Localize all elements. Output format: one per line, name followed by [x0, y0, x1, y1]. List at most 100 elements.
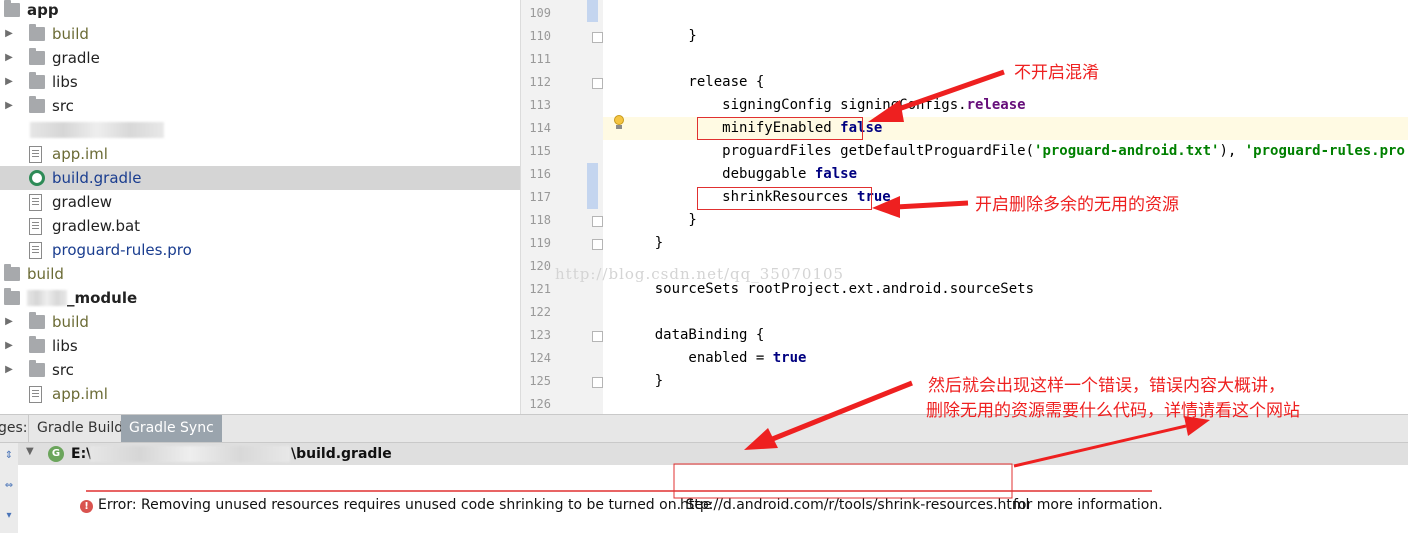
- chevron-right-icon[interactable]: ▶: [3, 46, 15, 70]
- file-icon: [29, 218, 42, 235]
- code-token-kw: false: [814, 166, 858, 182]
- tree-item[interactable]: _module: [0, 286, 520, 310]
- tree-item-label: proguard-rules.pro: [52, 241, 192, 259]
- gradle-badge-icon: G: [48, 446, 64, 462]
- code-line: enabled = true: [621, 347, 806, 370]
- line-number: 123: [529, 328, 551, 342]
- tree-item-label: src: [52, 361, 74, 379]
- folder-icon: [4, 264, 20, 281]
- tree-item[interactable]: ▶ gradle: [0, 46, 520, 70]
- error-message-row[interactable]: ! Error: Removing unused resources requi…: [18, 493, 1408, 519]
- error-link[interactable]: http://d.android.com/r/tools/shrink-reso…: [680, 497, 1029, 513]
- code-line: proguardFiles getDefaultProguardFile('pr…: [621, 140, 1408, 163]
- fold-marker-icon[interactable]: [592, 331, 603, 342]
- line-number: 113: [529, 98, 551, 112]
- file-icon: [29, 242, 42, 259]
- chevron-right-icon[interactable]: ▶: [3, 310, 15, 334]
- fold-marker-icon[interactable]: [592, 216, 603, 227]
- tree-item-label: build.gradle: [52, 169, 142, 187]
- tree-item[interactable]: ▶ libs: [0, 70, 520, 94]
- line-number: 126: [529, 397, 551, 411]
- folder-icon: [29, 312, 45, 329]
- annotation-minify: 不开启混淆: [1014, 63, 1099, 83]
- line-number: 111: [529, 52, 551, 66]
- tree-item[interactable]: app.iml: [0, 142, 520, 166]
- line-number: 120: [529, 259, 551, 273]
- chevron-right-icon[interactable]: ▶: [3, 334, 15, 358]
- tree-item-label: gradle: [52, 49, 100, 67]
- tree-item-label: _module: [67, 289, 138, 307]
- tab-gradle-sync[interactable]: Gradle Sync: [121, 415, 222, 442]
- chevron-right-icon[interactable]: ▶: [3, 70, 15, 94]
- fold-marker-icon[interactable]: [592, 377, 603, 388]
- code-token: sourceSets rootProject.ext.android.sourc…: [621, 281, 1035, 297]
- line-number: 119: [529, 236, 551, 250]
- messages-list: ▼ G E:\ \build.gradle ! Error: Removing …: [18, 443, 1408, 533]
- chevron-right-icon[interactable]: ▶: [3, 358, 15, 382]
- tree-item[interactable]: ▶ src: [0, 94, 520, 118]
- tree-item[interactable]: build: [0, 262, 520, 286]
- code-token: proguardFiles getDefaultProguardFile(: [621, 143, 1035, 159]
- redacted-item: [30, 122, 164, 138]
- highlight-box-shrink: [697, 187, 872, 210]
- line-number: 125: [529, 374, 551, 388]
- expand-all-icon[interactable]: ⇕: [3, 451, 15, 461]
- code-token-str: 'proguard-android.txt': [1034, 143, 1220, 159]
- module-icon: [4, 0, 20, 17]
- code-token: }: [621, 212, 697, 228]
- folder-icon: [29, 96, 45, 113]
- collapse-all-icon[interactable]: ⇔: [3, 481, 15, 491]
- folder-icon: [29, 72, 45, 89]
- tree-item[interactable]: ▶ build: [0, 310, 520, 334]
- tree-item-label: build: [52, 313, 89, 331]
- file-icon: [29, 194, 42, 211]
- chevron-right-icon[interactable]: ▶: [3, 94, 15, 118]
- watermark: http://blog.csdn.net/qq_35070105: [555, 265, 845, 283]
- fold-marker-icon[interactable]: [592, 32, 603, 43]
- line-number: 112: [529, 75, 551, 89]
- folder-icon: [29, 360, 45, 377]
- line-number: 124: [529, 351, 551, 365]
- line-number: 115: [529, 144, 551, 158]
- line-number: 118: [529, 213, 551, 227]
- chevron-right-icon[interactable]: ▶: [3, 22, 15, 46]
- filter-icon[interactable]: ▾: [3, 511, 15, 521]
- tree-item[interactable]: gradlew: [0, 190, 520, 214]
- tree-item[interactable]: gradlew.bat: [0, 214, 520, 238]
- folder-icon: [29, 24, 45, 41]
- tab-gradle-build[interactable]: Gradle Build: [28, 415, 133, 442]
- tree-item-label: build: [52, 25, 89, 43]
- code-token: debuggable: [621, 166, 815, 182]
- code-token: }: [621, 373, 664, 389]
- messages-panel: ges: Gradle Build Gradle Sync ⇕ ⇔ ▾ ▼ G …: [0, 414, 1408, 533]
- code-line: signingConfig signingConfigs.release: [621, 94, 1025, 117]
- code-token: }: [621, 235, 664, 251]
- fold-marker-icon[interactable]: [592, 78, 603, 89]
- tree-item[interactable]: [0, 118, 520, 142]
- redacted-path: [90, 446, 290, 462]
- code-line: }: [621, 370, 663, 393]
- tree-item[interactable]: proguard-rules.pro: [0, 238, 520, 262]
- tree-item[interactable]: ▶ src: [0, 358, 520, 382]
- folder-icon: [29, 48, 45, 65]
- tree-item-label: src: [52, 97, 74, 115]
- tree-item[interactable]: build.gradle: [0, 166, 520, 190]
- chevron-down-icon[interactable]: ▼: [26, 446, 34, 457]
- code-line: }: [621, 25, 696, 48]
- file-node-row[interactable]: ▼ G E:\ \build.gradle: [18, 443, 1408, 465]
- line-number: 122: [529, 305, 551, 319]
- file-path-prefix: E:\: [71, 446, 92, 462]
- tree-item[interactable]: app: [0, 0, 520, 22]
- code-editor[interactable]: 109 110 111 112 113 114 115 116 117 118 119 120 121 1…: [520, 0, 1408, 414]
- line-number: 114: [529, 121, 551, 135]
- tree-item-label: app.iml: [52, 145, 108, 163]
- code-token: enabled =: [621, 350, 773, 366]
- code-token: ),: [1219, 143, 1245, 159]
- fold-marker-icon[interactable]: [592, 239, 603, 250]
- file-icon: [29, 146, 42, 163]
- change-marker: [587, 163, 598, 209]
- tree-item[interactable]: app.iml: [0, 382, 520, 406]
- tree-item[interactable]: ▶ libs: [0, 334, 520, 358]
- tree-item[interactable]: ▶ build: [0, 22, 520, 46]
- tree-item-label: gradlew: [52, 193, 113, 211]
